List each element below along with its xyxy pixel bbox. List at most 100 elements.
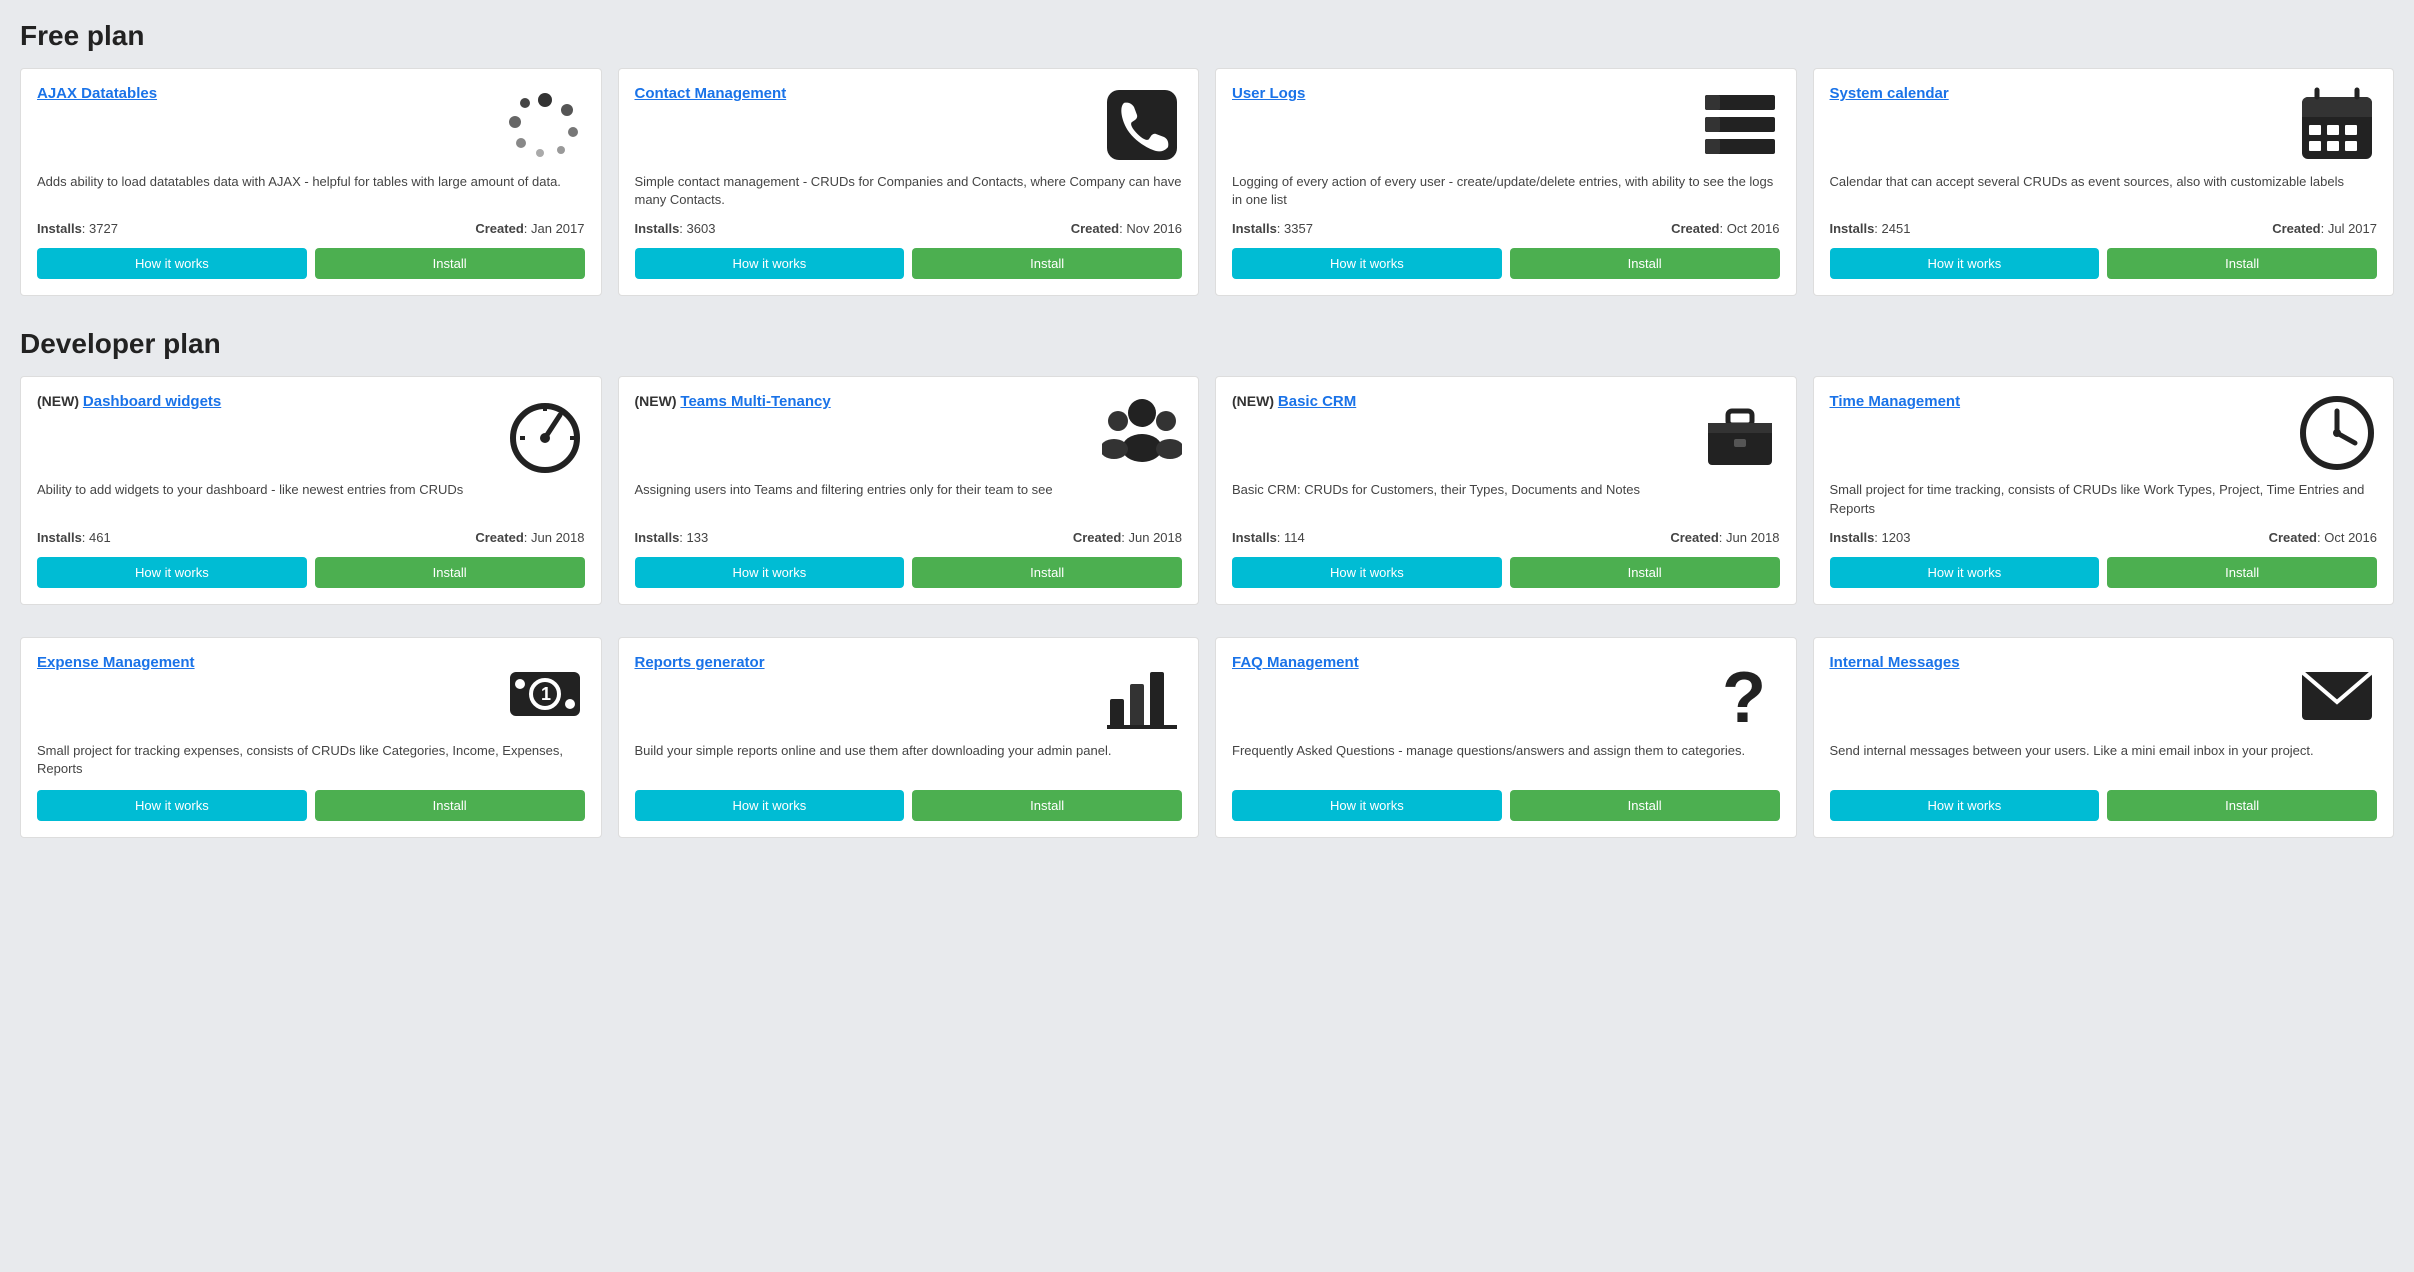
card-created-ajax-datatables: Created: Jan 2017 [475, 221, 584, 236]
card-header-system-calendar: System calendar [1830, 85, 2378, 165]
card-title-ajax-datatables[interactable]: AJAX Datatables [37, 85, 495, 102]
card-link-system-calendar[interactable]: System calendar [1830, 85, 1949, 102]
card-desc-system-calendar: Calendar that can accept several CRUDs a… [1830, 173, 2378, 209]
card-link-contact-management[interactable]: Contact Management [635, 85, 787, 102]
card-link-reports-generator[interactable]: Reports generator [635, 654, 765, 671]
card-desc-expense-management: Small project for tracking expenses, con… [37, 742, 585, 778]
how-it-works-button-expense-management[interactable]: How it works [37, 790, 307, 821]
card-installs-user-logs: Installs: 3357 [1232, 221, 1313, 236]
how-it-works-button-basic-crm[interactable]: How it works [1232, 557, 1502, 588]
card-desc-faq-management: Frequently Asked Questions - manage ques… [1232, 742, 1780, 778]
card-actions-internal-messages: How it worksInstall [1830, 790, 2378, 821]
card-system-calendar: System calendar Calendar that can accept… [1813, 68, 2395, 296]
card-link-basic-crm[interactable]: Basic CRM [1278, 393, 1356, 410]
card-actions-faq-management: How it works Install [1232, 790, 1780, 821]
how-it-works-button-reports-generator[interactable]: How it works [635, 790, 905, 821]
card-header-internal-messages: Internal Messages [1830, 654, 2378, 734]
card-actions-dashboard-widgets: How it works Install [37, 557, 585, 588]
card-link-teams-multi-tenancy[interactable]: Teams Multi-Tenancy [680, 393, 830, 410]
card-link-ajax-datatables[interactable]: AJAX Datatables [37, 85, 157, 102]
new-badge: (NEW) [1232, 393, 1278, 409]
how-it-works-button-system-calendar[interactable]: How it works [1830, 248, 2100, 279]
card-title-dashboard-widgets[interactable]: (NEW) Dashboard widgets [37, 393, 495, 410]
card-meta-time-management: Installs: 1203 Created: Oct 2016 [1830, 530, 2378, 545]
card-title-system-calendar[interactable]: System calendar [1830, 85, 2288, 102]
card-actions-user-logs: How it works Install [1232, 248, 1780, 279]
how-it-works-button-teams-multi-tenancy[interactable]: How it works [635, 557, 905, 588]
card-title-reports-generator[interactable]: Reports generator [635, 654, 1093, 671]
how-it-works-button-faq-management[interactable]: How it works [1232, 790, 1502, 821]
install-button-faq-management[interactable]: Install [1510, 790, 1780, 821]
card-link-expense-management[interactable]: Expense Management [37, 654, 195, 671]
install-button-basic-crm[interactable]: Install [1510, 557, 1780, 588]
install-button-system-calendar[interactable]: Install [2107, 248, 2377, 279]
how-it-works-button-ajax-datatables[interactable]: How it works [37, 248, 307, 279]
card-actions-reports-generator: How it worksInstall [635, 790, 1183, 821]
card-meta-contact-management: Installs: 3603Created: Nov 2016 [635, 221, 1183, 236]
card-title-user-logs[interactable]: User Logs [1232, 85, 1690, 102]
card-icon-ajax-datatables [505, 85, 585, 165]
card-link-internal-messages[interactable]: Internal Messages [1830, 654, 1960, 671]
card-header-teams-multi-tenancy: (NEW) Teams Multi-Tenancy [635, 393, 1183, 473]
new-badge: (NEW) [37, 393, 83, 409]
card-installs-system-calendar: Installs: 2451 [1830, 221, 1911, 236]
card-installs-contact-management: Installs: 3603 [635, 221, 716, 236]
install-button-contact-management[interactable]: Install [912, 248, 1182, 279]
card-user-logs: User Logs Logging of every action of eve… [1215, 68, 1797, 296]
how-it-works-button-contact-management[interactable]: How it works [635, 248, 905, 279]
card-header-expense-management: Expense Management 1 [37, 654, 585, 734]
install-button-reports-generator[interactable]: Install [912, 790, 1182, 821]
how-it-works-button-internal-messages[interactable]: How it works [1830, 790, 2100, 821]
new-badge: (NEW) [635, 393, 681, 409]
card-created-system-calendar: Created: Jul 2017 [2272, 221, 2377, 236]
how-it-works-button-time-management[interactable]: How it works [1830, 557, 2100, 588]
section-title-0: Free plan [20, 20, 2394, 52]
card-actions-expense-management: How it works Install [37, 790, 585, 821]
install-button-internal-messages[interactable]: Install [2107, 790, 2377, 821]
card-title-teams-multi-tenancy[interactable]: (NEW) Teams Multi-Tenancy [635, 393, 1093, 410]
install-button-dashboard-widgets[interactable]: Install [315, 557, 585, 588]
card-meta-dashboard-widgets: Installs: 461 Created: Jun 2018 [37, 530, 585, 545]
install-button-user-logs[interactable]: Install [1510, 248, 1780, 279]
card-icon-user-logs [1700, 85, 1780, 165]
card-desc-time-management: Small project for time tracking, consist… [1830, 481, 2378, 517]
card-link-dashboard-widgets[interactable]: Dashboard widgets [83, 393, 221, 410]
card-title-contact-management[interactable]: Contact Management [635, 85, 1093, 102]
card-actions-ajax-datatables: How it works Install [37, 248, 585, 279]
card-header-ajax-datatables: AJAX Datatables [37, 85, 585, 165]
card-installs-dashboard-widgets: Installs: 461 [37, 530, 111, 545]
card-meta-basic-crm: Installs: 114Created: Jun 2018 [1232, 530, 1780, 545]
card-meta-ajax-datatables: Installs: 3727Created: Jan 2017 [37, 221, 585, 236]
card-title-internal-messages[interactable]: Internal Messages [1830, 654, 2288, 671]
cards-grid-1: (NEW) Dashboard widgets Ability to add w… [20, 376, 2394, 604]
install-button-teams-multi-tenancy[interactable]: Install [912, 557, 1182, 588]
card-ajax-datatables: AJAX Datatables Adds ability to load dat… [20, 68, 602, 296]
card-title-time-management[interactable]: Time Management [1830, 393, 2288, 410]
card-meta-teams-multi-tenancy: Installs: 133Created: Jun 2018 [635, 530, 1183, 545]
card-link-faq-management[interactable]: FAQ Management [1232, 654, 1359, 671]
card-title-basic-crm[interactable]: (NEW) Basic CRM [1232, 393, 1690, 410]
card-title-expense-management[interactable]: Expense Management [37, 654, 495, 671]
cards-grid-2: Expense Management 1 Small project for t… [20, 637, 2394, 838]
card-title-faq-management[interactable]: FAQ Management [1232, 654, 1690, 671]
card-link-user-logs[interactable]: User Logs [1232, 85, 1305, 102]
card-desc-contact-management: Simple contact management - CRUDs for Co… [635, 173, 1183, 209]
card-link-time-management[interactable]: Time Management [1830, 393, 1961, 410]
how-it-works-button-dashboard-widgets[interactable]: How it works [37, 557, 307, 588]
svg-text:1: 1 [541, 684, 551, 704]
card-desc-ajax-datatables: Adds ability to load datatables data wit… [37, 173, 585, 209]
card-created-basic-crm: Created: Jun 2018 [1670, 530, 1779, 545]
card-actions-basic-crm: How it works Install [1232, 557, 1780, 588]
card-meta-system-calendar: Installs: 2451 Created: Jul 2017 [1830, 221, 2378, 236]
card-header-basic-crm: (NEW) Basic CRM [1232, 393, 1780, 473]
card-installs-time-management: Installs: 1203 [1830, 530, 1911, 545]
install-button-expense-management[interactable]: Install [315, 790, 585, 821]
card-created-time-management: Created: Oct 2016 [2269, 530, 2377, 545]
how-it-works-button-user-logs[interactable]: How it works [1232, 248, 1502, 279]
card-icon-teams-multi-tenancy [1102, 393, 1182, 473]
install-button-time-management[interactable]: Install [2107, 557, 2377, 588]
card-icon-faq-management: ? [1700, 654, 1780, 734]
card-created-dashboard-widgets: Created: Jun 2018 [475, 530, 584, 545]
install-button-ajax-datatables[interactable]: Install [315, 248, 585, 279]
card-icon-time-management [2297, 393, 2377, 473]
